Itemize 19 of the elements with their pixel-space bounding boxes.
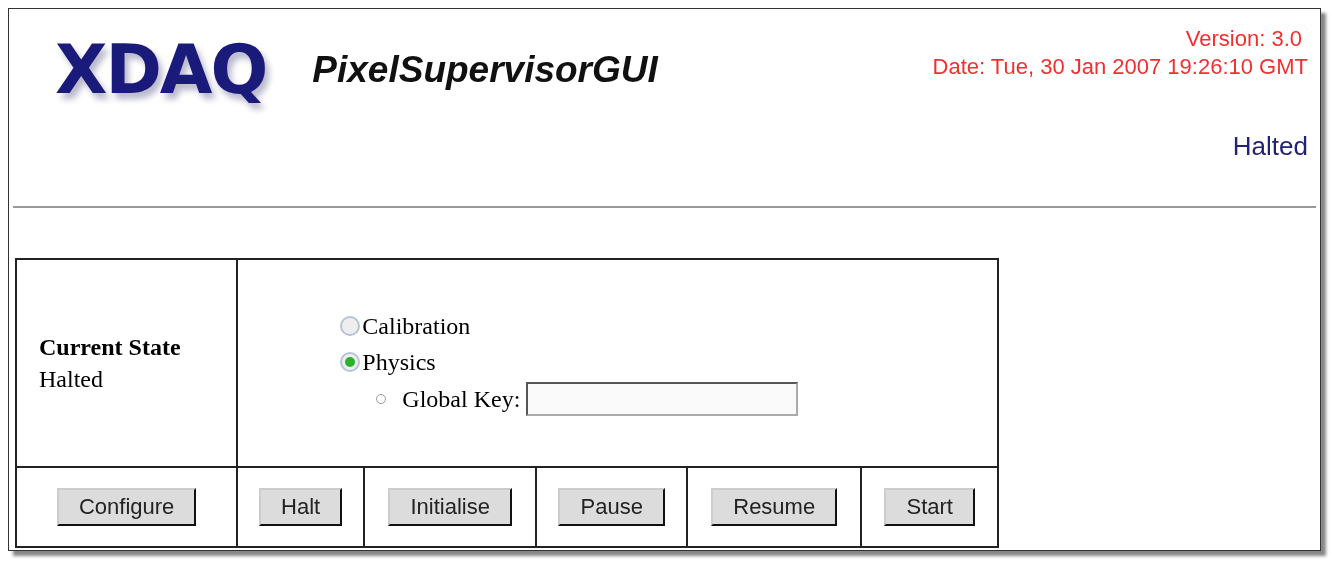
- version-text: Version: 3.0: [1185, 25, 1302, 53]
- radio-label: Physics: [362, 348, 436, 376]
- field-label: Global Key:: [402, 385, 521, 413]
- state-value: Halted: [39, 366, 103, 392]
- date-text: Date: Tue, 30 Jan 2007 19:26:10 GMT: [932, 53, 1308, 81]
- radio-button[interactable]: [340, 352, 361, 372]
- state-text: Halted: [1232, 131, 1308, 162]
- initialise-button[interactable]: Initialise: [388, 488, 512, 526]
- logo: XDAQ: [54, 29, 268, 111]
- radio-button[interactable]: [340, 316, 361, 336]
- radio-label: Calibration: [362, 312, 471, 340]
- start-button[interactable]: Start: [884, 488, 975, 526]
- halt-button[interactable]: Halt: [259, 488, 343, 526]
- state-label: Current State: [39, 333, 182, 362]
- global-key-field[interactable]: [526, 382, 799, 416]
- pause-button[interactable]: Pause: [558, 488, 665, 526]
- resume-button[interactable]: Resume: [711, 488, 838, 526]
- page-title: PixelSupervisorGUI: [312, 49, 658, 91]
- configure-button[interactable]: Configure: [56, 488, 197, 526]
